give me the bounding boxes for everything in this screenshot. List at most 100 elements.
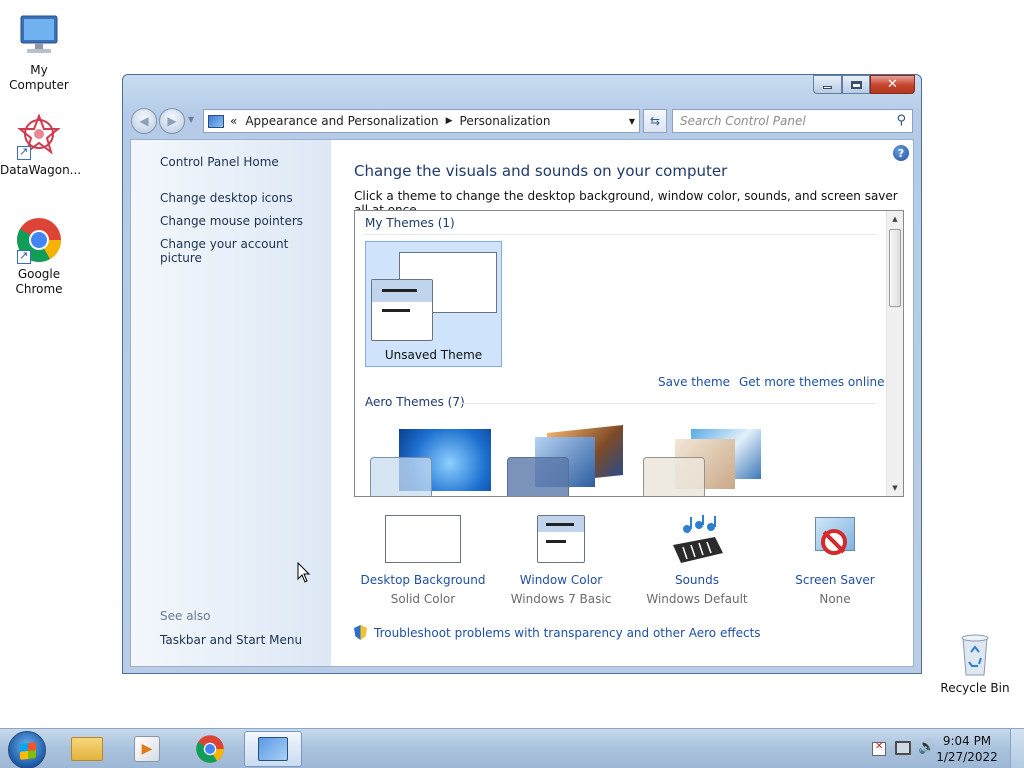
desktop-background-value: Solid Color bbox=[390, 592, 456, 606]
refresh-icon: ⇆ bbox=[649, 114, 661, 128]
window-color-value: Windows 7 Basic bbox=[510, 592, 612, 606]
datawagon-icon bbox=[15, 112, 63, 160]
sounds-value: Windows Default bbox=[646, 592, 748, 606]
shortcut-arrow-icon bbox=[17, 248, 31, 264]
screen-saver-link[interactable]: Screen Saver bbox=[765, 573, 905, 587]
start-button[interactable] bbox=[8, 731, 46, 768]
maximize-button[interactable] bbox=[842, 75, 870, 94]
screen-saver-setting[interactable]: Screen Saver None bbox=[765, 515, 905, 606]
group-divider bbox=[365, 234, 875, 235]
desktop-icon-label: DataWagon... bbox=[0, 163, 82, 177]
change-desktop-icons-link[interactable]: Change desktop icons bbox=[160, 191, 293, 205]
clock-time: 9:04 PM bbox=[942, 734, 992, 748]
folder-icon bbox=[71, 737, 103, 761]
aero-themes-header[interactable]: Aero Themes (7) bbox=[365, 395, 465, 409]
recycle-bin-icon bbox=[951, 630, 999, 678]
taskbar-control-panel-button[interactable] bbox=[244, 731, 302, 767]
taskbar-explorer-button[interactable] bbox=[58, 731, 116, 767]
desktop-icon-label: Google Chrome bbox=[15, 267, 63, 296]
window-color-setting[interactable]: Window Color Windows 7 Basic bbox=[491, 515, 631, 606]
address-dropdown-icon[interactable]: ▼ bbox=[629, 117, 635, 126]
help-icon: ? bbox=[897, 146, 905, 160]
uac-shield-icon bbox=[354, 625, 367, 640]
minimize-button[interactable] bbox=[813, 75, 842, 94]
client-area: Control Panel Home Change desktop icons … bbox=[130, 139, 914, 667]
breadcrumb-appearance[interactable]: Appearance and Personalization bbox=[245, 114, 438, 128]
window-color-icon bbox=[523, 515, 599, 565]
desktop-icon-datawagon[interactable]: DataWagon... bbox=[0, 112, 82, 178]
aero-theme-windows7[interactable] bbox=[370, 429, 495, 496]
change-account-picture-link[interactable]: Change your account picture bbox=[160, 237, 331, 265]
troubleshoot-link-text: Troubleshoot problems with transparency … bbox=[374, 625, 761, 640]
desktop-icon-label: Recycle Bin bbox=[940, 681, 1010, 695]
clock[interactable]: 9:04 PM 1/27/2022 bbox=[932, 733, 1002, 765]
scroll-up-icon[interactable]: ▲ bbox=[887, 211, 903, 227]
forward-button[interactable]: ▶ bbox=[159, 108, 185, 134]
network-icon[interactable] bbox=[895, 741, 911, 755]
show-desktop-button[interactable] bbox=[1010, 729, 1024, 768]
troubleshoot-link[interactable]: Troubleshoot problems with transparency … bbox=[354, 625, 761, 640]
media-player-icon: ▶ bbox=[134, 736, 160, 762]
aero-theme-characters[interactable] bbox=[643, 429, 768, 496]
address-overflow[interactable]: « bbox=[230, 114, 237, 128]
save-theme-link[interactable]: Save theme bbox=[658, 375, 730, 389]
desktop-icon-google-chrome[interactable]: Google Chrome bbox=[0, 216, 78, 297]
glass-window-preview bbox=[370, 457, 432, 496]
clock-date: 1/27/2022 bbox=[936, 750, 998, 764]
taskbar-media-player-button[interactable]: ▶ bbox=[118, 731, 176, 767]
search-placeholder: Search Control Panel bbox=[680, 114, 806, 128]
back-arrow-icon: ◀ bbox=[139, 114, 149, 128]
theme-list-scrollbar[interactable]: ▲ ▼ bbox=[886, 211, 903, 496]
sounds-setting[interactable]: Sounds Windows Default bbox=[627, 515, 767, 606]
taskbar-start-menu-link[interactable]: Taskbar and Start Menu bbox=[160, 633, 302, 647]
desktop-icon-recycle-bin[interactable]: Recycle Bin bbox=[936, 630, 1014, 696]
control-panel-icon bbox=[208, 114, 224, 128]
taskbar-chrome-button[interactable] bbox=[181, 731, 239, 767]
scroll-thumb[interactable] bbox=[889, 229, 901, 307]
control-panel-home-link[interactable]: Control Panel Home bbox=[160, 155, 279, 169]
desktop-background-link[interactable]: Desktop Background bbox=[353, 573, 493, 587]
mouse-pointer-icon bbox=[297, 562, 311, 583]
personalization-window: ✕ ◀ ▶ ▼ « Appearance and Personalization… bbox=[122, 74, 922, 674]
breadcrumb-separator-icon[interactable]: ▶ bbox=[446, 116, 453, 126]
main-content: ? Change the visuals and sounds on your … bbox=[331, 140, 913, 666]
address-bar[interactable]: « Appearance and Personalization ▶ Perso… bbox=[203, 109, 640, 133]
glass-window-preview bbox=[507, 457, 569, 496]
chrome-icon bbox=[15, 216, 63, 264]
change-mouse-pointers-link[interactable]: Change mouse pointers bbox=[160, 214, 303, 228]
get-more-themes-link[interactable]: Get more themes online bbox=[739, 375, 885, 389]
unsaved-theme-tile[interactable]: Unsaved Theme bbox=[365, 241, 502, 367]
computer-icon bbox=[15, 12, 63, 60]
chrome-icon bbox=[196, 735, 224, 763]
breadcrumb-personalization[interactable]: Personalization bbox=[460, 114, 551, 128]
taskbar: ▶ ✕ 🔊 9:04 PM 1/27/2022 bbox=[0, 728, 1024, 768]
unsaved-theme-label: Unsaved Theme bbox=[384, 348, 483, 362]
search-icon[interactable]: ⚲ bbox=[896, 113, 906, 128]
maximize-icon bbox=[850, 80, 862, 89]
sounds-link[interactable]: Sounds bbox=[627, 573, 767, 587]
windows-logo-icon bbox=[20, 742, 36, 760]
desktop-background-setting[interactable]: Desktop Background Solid Color bbox=[353, 515, 493, 606]
scroll-down-icon[interactable]: ▼ bbox=[887, 480, 903, 496]
theme-list[interactable]: My Themes (1) Unsaved Theme Save theme G… bbox=[354, 210, 904, 497]
glass-window-preview bbox=[643, 457, 705, 496]
group-divider bbox=[459, 403, 875, 404]
close-button[interactable]: ✕ bbox=[870, 75, 915, 94]
recent-pages-dropdown-icon[interactable]: ▼ bbox=[188, 115, 194, 124]
aero-theme-architecture[interactable] bbox=[507, 425, 632, 496]
my-themes-header[interactable]: My Themes (1) bbox=[365, 216, 455, 230]
refresh-button[interactable]: ⇆ bbox=[643, 109, 667, 133]
search-input[interactable]: Search Control Panel ⚲ bbox=[672, 109, 913, 133]
close-icon: ✕ bbox=[887, 77, 898, 92]
desktop-icon-my-computer[interactable]: My Computer bbox=[0, 12, 78, 93]
screen-saver-icon bbox=[797, 515, 873, 565]
navigation-bar: ◀ ▶ ▼ « Appearance and Personalization ▶… bbox=[131, 107, 913, 135]
action-center-flag-icon[interactable]: ✕ bbox=[872, 741, 886, 756]
help-button[interactable]: ? bbox=[893, 145, 909, 161]
shortcut-arrow-icon bbox=[17, 144, 31, 160]
left-task-pane: Control Panel Home Change desktop icons … bbox=[131, 140, 331, 666]
back-button[interactable]: ◀ bbox=[131, 108, 157, 134]
window-color-link[interactable]: Window Color bbox=[491, 573, 631, 587]
see-also-heading: See also bbox=[160, 609, 211, 623]
sounds-icon bbox=[659, 515, 735, 565]
